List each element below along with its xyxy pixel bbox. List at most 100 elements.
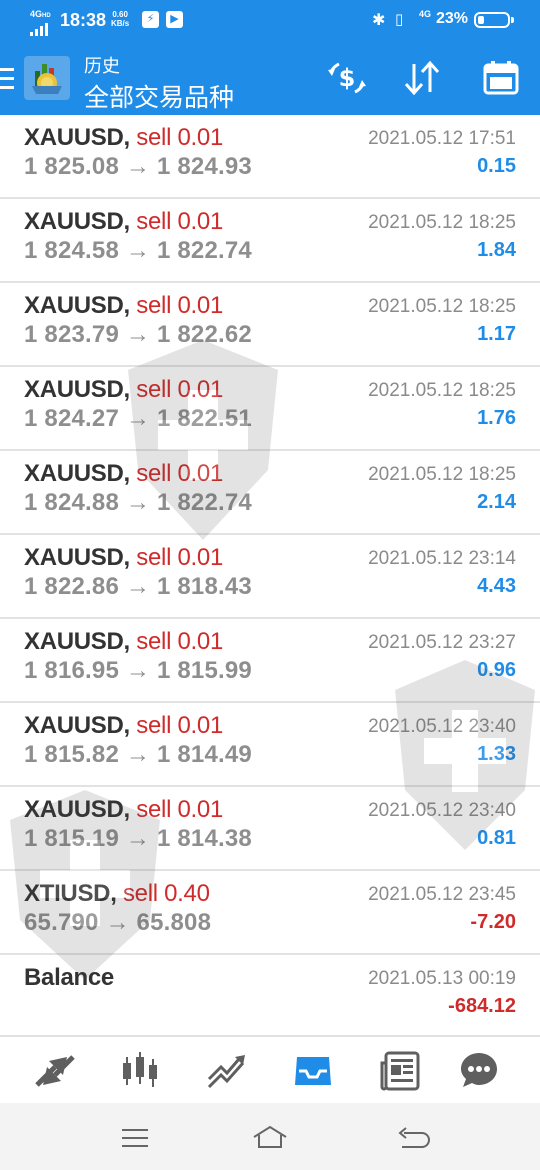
trade-profit: 4.43 [477, 575, 516, 597]
svg-text:$: $ [339, 64, 356, 92]
trade-row[interactable]: XAUUSD, sell 0.01 1 822.86 → 1 818.43 2021… [0, 535, 540, 619]
trade-symbol-line: XTIUSD, sell 0.40 [24, 880, 210, 908]
trade-symbol-line: XAUUSD, sell 0.01 [24, 712, 223, 740]
trade-row[interactable]: XAUUSD, sell 0.01 1 824.58 → 1 822.74 2021… [0, 199, 540, 283]
nav-news[interactable] [378, 1049, 422, 1093]
speed-value: 0.60 [112, 10, 128, 19]
trade-row[interactable]: XTIUSD, sell 0.40 65.790 → 65.808 2021.05.… [0, 871, 540, 955]
trade-side: sell 0.01 [136, 376, 223, 403]
nav-history[interactable] [291, 1049, 335, 1093]
bluetooth-icon: ✱ [372, 12, 386, 29]
network-type: 4G [419, 9, 432, 19]
trade-prices: 1 824.88 → 1 822.74 [24, 489, 252, 516]
trade-time: 2021.05.12 23:27 [368, 632, 516, 653]
trade-symbol: XAUUSD, [24, 124, 130, 151]
trade-prices: 1 815.19 → 1 814.38 [24, 825, 252, 852]
trade-row[interactable]: XAUUSD, sell 0.01 1 824.88 → 1 822.74 2021… [0, 451, 540, 535]
balance-row[interactable]: Balance 2021.05.13 00:19 -684.12 [0, 955, 540, 1039]
trade-symbol-line: XAUUSD, sell 0.01 [24, 124, 223, 152]
trade-row[interactable]: XAUUSD, sell 0.01 1 824.27 → 1 822.51 2021… [0, 367, 540, 451]
history-icon [295, 1057, 331, 1085]
trade-time: 2021.05.12 23:40 [368, 716, 516, 737]
trade-symbol-line: XAUUSD, sell 0.01 [24, 796, 223, 824]
speed-unit: KB/s [111, 19, 130, 28]
trade-profit: 1.76 [477, 407, 516, 429]
trade-prices: 1 824.58 → 1 822.74 [24, 237, 252, 264]
clock: 18:38 [60, 10, 107, 30]
vibrate-icon: ▯ [395, 11, 404, 28]
trade-row[interactable]: XAUUSD, sell 0.01 1 825.08 → 1 824.93 2021… [0, 115, 540, 199]
nav-chat[interactable] [457, 1049, 501, 1093]
trade-side: sell 0.01 [136, 460, 223, 487]
trade-prices: 1 823.79 → 1 822.62 [24, 321, 252, 348]
trade-row[interactable]: XAUUSD, sell 0.01 1 815.82 → 1 814.49 2021… [0, 703, 540, 787]
trade-time: 2021.05.12 23:45 [368, 884, 516, 905]
trade-row[interactable]: XAUUSD, sell 0.01 1 816.95 → 1 815.99 2021… [0, 619, 540, 703]
trade-symbol: XAUUSD, [24, 376, 130, 403]
trade-profit: -7.20 [470, 911, 516, 933]
sort-button[interactable] [400, 58, 444, 98]
trade-symbol-line: XAUUSD, sell 0.01 [24, 208, 223, 236]
trade-profit: 1.33 [477, 743, 516, 765]
trade-profit: 0.96 [477, 659, 516, 681]
network-hd-label: HD [42, 13, 51, 19]
trade-row[interactable]: XAUUSD, sell 0.01 1 823.79 → 1 822.62 2021… [0, 283, 540, 367]
trade-profit: 2.14 [477, 491, 516, 513]
trade-side: sell 0.01 [136, 124, 223, 151]
trade-side: sell 0.01 [136, 628, 223, 655]
trade-symbol-line: XAUUSD, sell 0.01 [24, 544, 223, 572]
nav-chart[interactable] [118, 1049, 162, 1093]
currency-exchange-icon: $ [328, 62, 366, 94]
network-label: 4G [30, 9, 43, 19]
sort-icon [404, 60, 440, 96]
nav-quotes[interactable] [33, 1049, 77, 1093]
back-icon [398, 1127, 430, 1148]
trade-side: sell 0.01 [136, 796, 223, 823]
page-subtitle: 历史 [84, 56, 120, 76]
status-bar: 4GHD 18:38 0.60 KB/s ⚡ ▶ ✱ ▯ 4G 23% [0, 0, 540, 40]
trade-profit: 0.15 [477, 155, 516, 177]
balance-amount: -684.12 [448, 995, 516, 1017]
trade-time: 2021.05.12 18:25 [368, 464, 516, 485]
trade-row[interactable]: XAUUSD, sell 0.01 1 815.19 → 1 814.38 2021… [0, 787, 540, 871]
signal-indicator: 4GHD [30, 10, 51, 36]
home-button[interactable] [252, 1123, 288, 1153]
trade-symbol-line: XAUUSD, sell 0.01 [24, 292, 223, 320]
trade-profit: 1.84 [477, 239, 516, 261]
trade-symbol-line: XAUUSD, sell 0.01 [24, 628, 223, 656]
trade-profit: 1.17 [477, 323, 516, 345]
balance-label: Balance [24, 964, 114, 991]
trade-symbol: XAUUSD, [24, 544, 130, 571]
recent-apps-button[interactable] [118, 1123, 154, 1153]
nav-trade[interactable] [205, 1049, 249, 1093]
trade-side: sell 0.01 [136, 544, 223, 571]
notification-flash-icon: ⚡ [142, 11, 159, 28]
trade-side: sell 0.01 [136, 712, 223, 739]
network-speed: 0.60 KB/s [111, 10, 129, 28]
trade-time: 2021.05.12 17:51 [368, 128, 516, 149]
trade-prices: 65.790 → 65.808 [24, 909, 212, 936]
battery-tip [511, 17, 514, 23]
trade-time: 2021.05.12 23:14 [368, 548, 516, 569]
system-navigation [0, 1103, 540, 1170]
quotes-icon [35, 1055, 75, 1087]
trade-prices: 1 825.08 → 1 824.93 [24, 153, 252, 180]
trade-prices: 1 822.86 → 1 818.43 [24, 573, 252, 600]
currency-filter-button[interactable]: $ [325, 58, 369, 98]
chart-icon [123, 1052, 157, 1087]
balance-time: 2021.05.13 00:19 [368, 968, 516, 989]
app-header: 4GHD 18:38 0.60 KB/s ⚡ ▶ ✱ ▯ 4G 23% 历史 全… [0, 0, 540, 115]
battery-icon [474, 12, 510, 28]
back-button[interactable] [394, 1123, 430, 1153]
date-range-button[interactable] [479, 58, 523, 98]
app-logo[interactable] [24, 56, 70, 100]
trade-prices: 1 816.95 → 1 815.99 [24, 657, 252, 684]
menu-icon[interactable] [0, 68, 14, 90]
battery-percent: 23% [436, 10, 469, 27]
trade-prices: 1 815.82 → 1 814.49 [24, 741, 252, 768]
signal-icon [30, 23, 51, 36]
page-title[interactable]: 全部交易品种 [84, 78, 234, 114]
trade-symbol-line: XAUUSD, sell 0.01 [24, 460, 223, 488]
trade-side: sell 0.01 [136, 292, 223, 319]
trade-symbol-line: XAUUSD, sell 0.01 [24, 376, 223, 404]
